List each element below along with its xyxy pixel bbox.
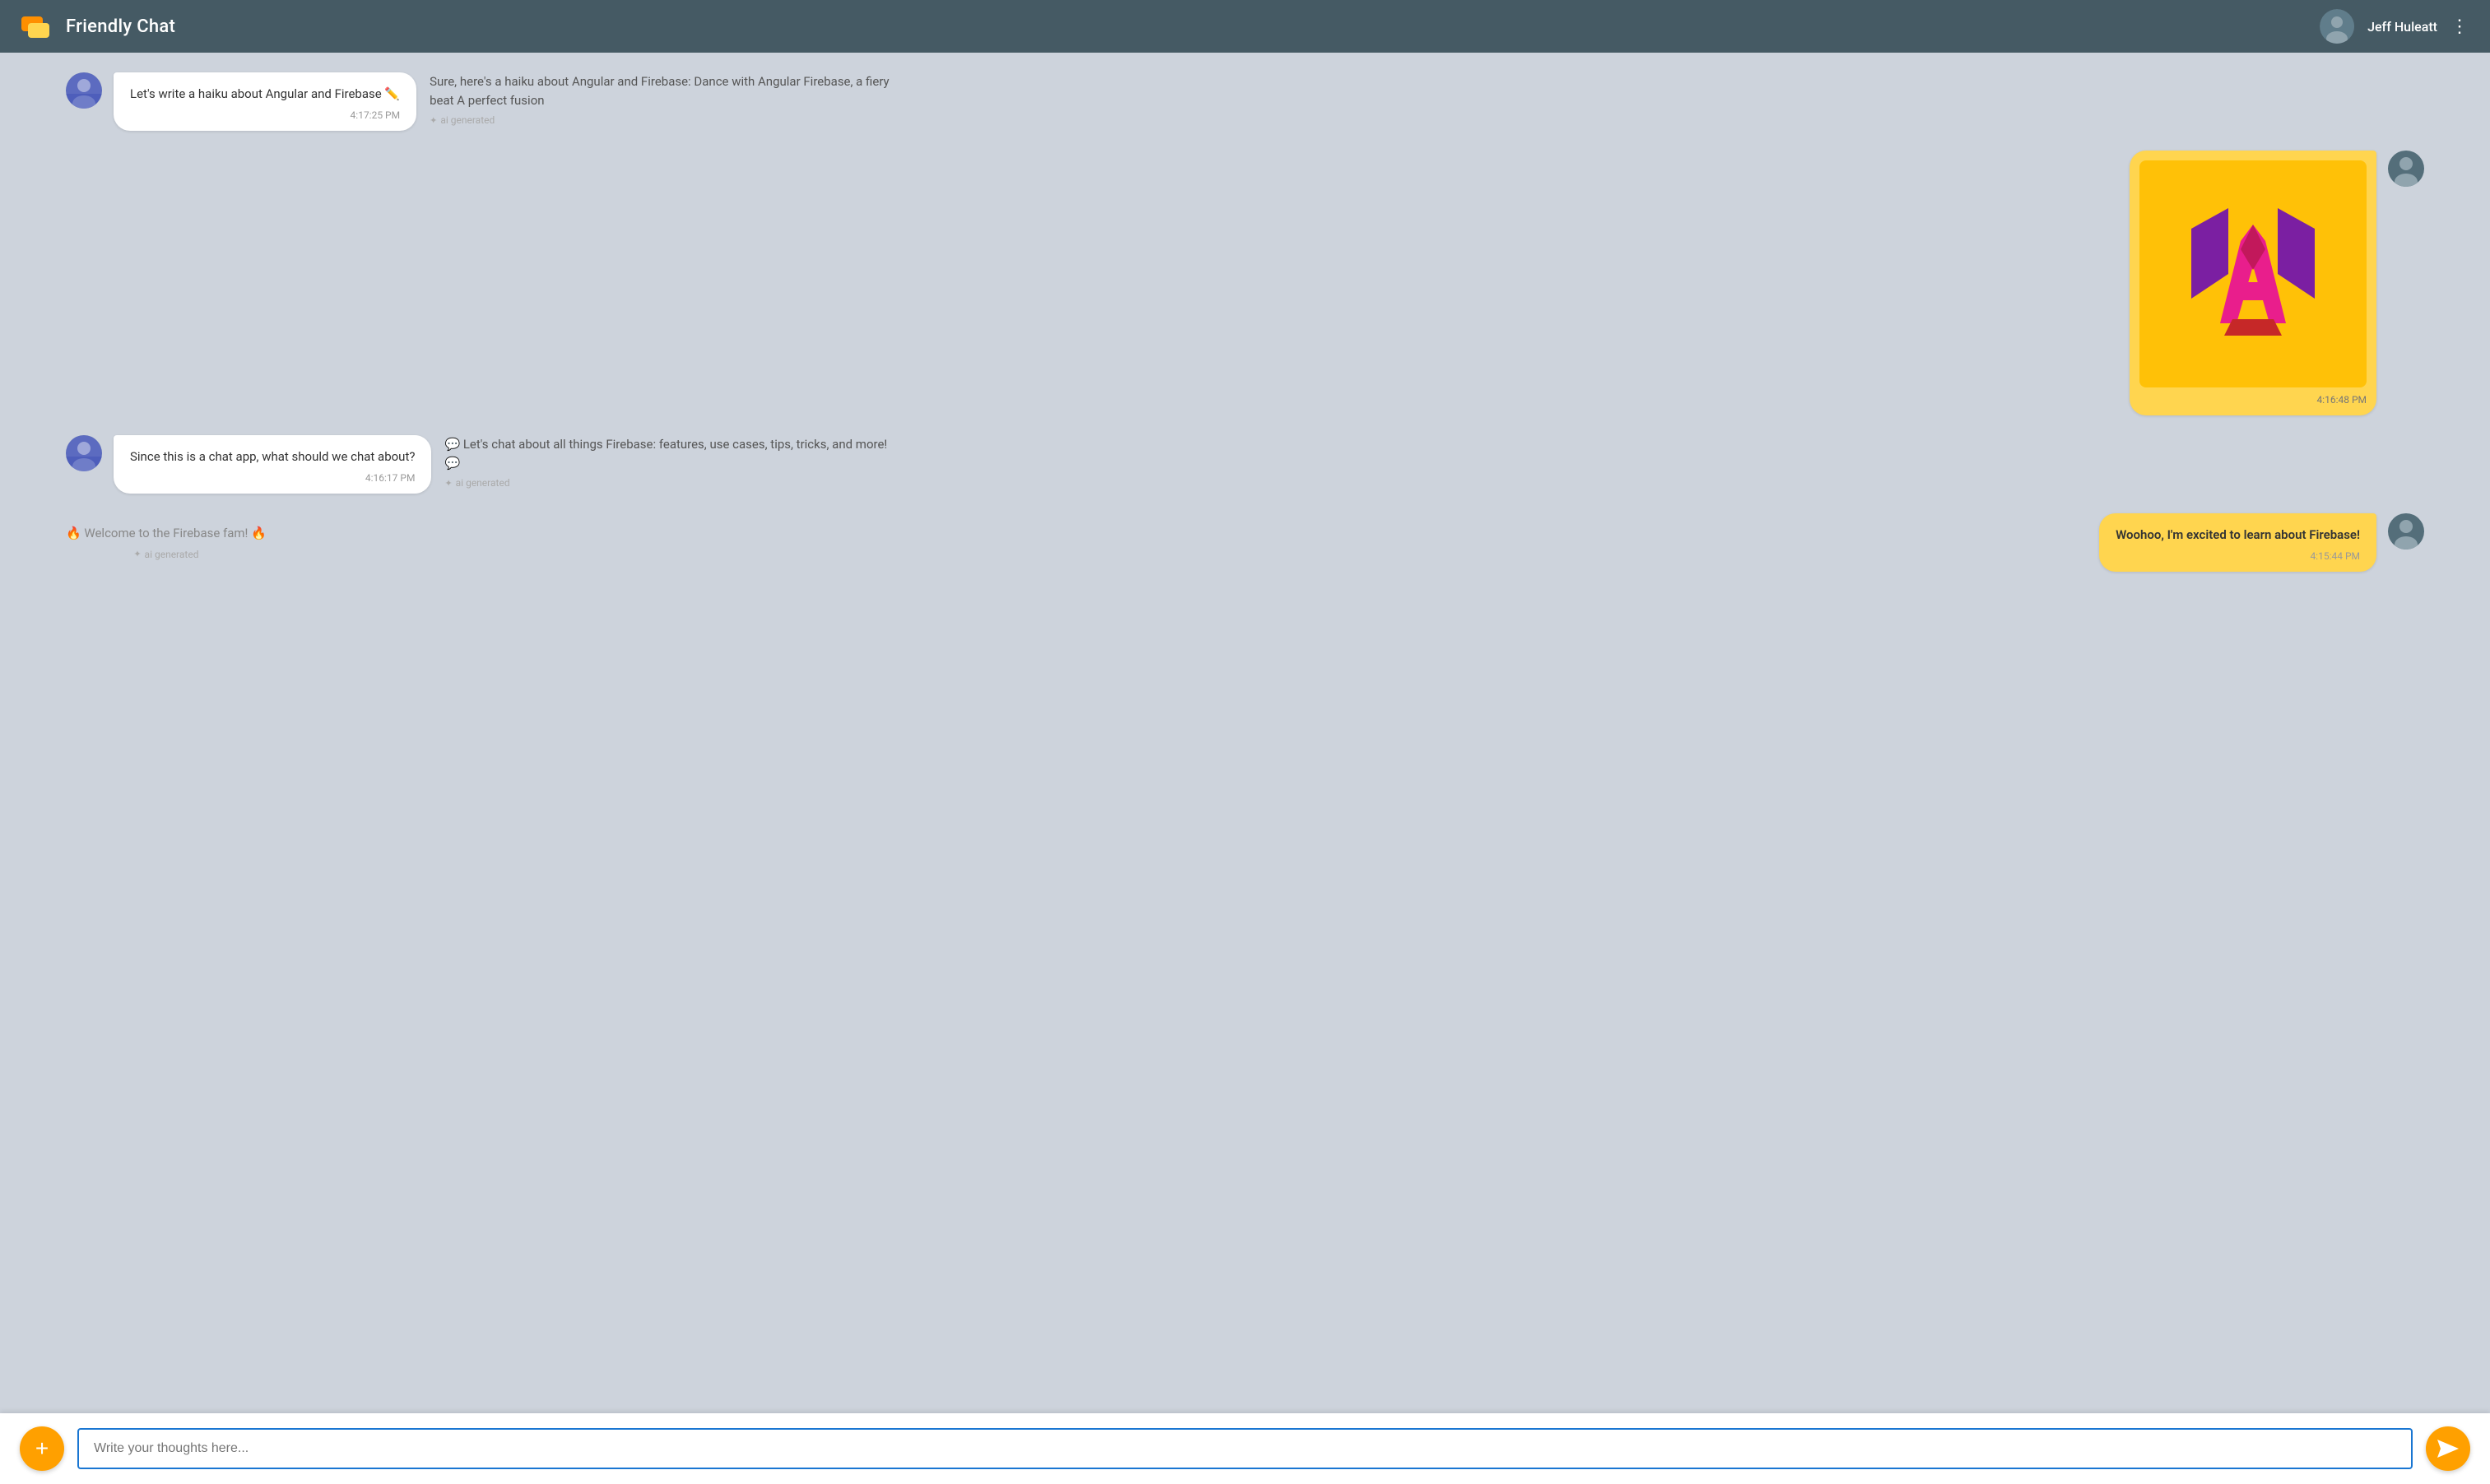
header-right: Jeff Huleatt ⋮ bbox=[2320, 9, 2470, 44]
chat-area: Let's write a haiku about Angular and Fi… bbox=[0, 53, 2490, 1413]
ai-response-text: 💬 Let's chat about all things Firebase: … bbox=[444, 435, 905, 472]
message-row: Since this is a chat app, what should we… bbox=[66, 435, 2424, 494]
sender-avatar-outgoing bbox=[2388, 151, 2424, 187]
ai-label-icon: ✦ bbox=[430, 115, 437, 126]
message-time: 4:16:17 PM bbox=[130, 472, 415, 484]
outgoing-avatar bbox=[2388, 513, 2424, 550]
header-left: Friendly Chat bbox=[20, 10, 175, 43]
more-options-icon[interactable]: ⋮ bbox=[2451, 16, 2470, 37]
message-bubble-incoming: Since this is a chat app, what should we… bbox=[114, 435, 431, 494]
message-row: Let's write a haiku about Angular and Fi… bbox=[66, 72, 2424, 131]
sender-avatar bbox=[66, 72, 102, 109]
user-name: Jeff Huleatt bbox=[2367, 19, 2437, 35]
outgoing-text: Woohoo, I'm excited to learn about Fireb… bbox=[2116, 526, 2360, 544]
welcome-ai-label-text: ai generated bbox=[145, 549, 199, 560]
message-text: Let's write a haiku about Angular and Fi… bbox=[130, 86, 400, 103]
message-text: Since this is a chat app, what should we… bbox=[130, 448, 415, 466]
ai-response: Sure, here's a haiku about Angular and F… bbox=[430, 72, 890, 126]
outgoing-welcome-row: Woohoo, I'm excited to learn about Fireb… bbox=[2099, 513, 2424, 572]
send-button[interactable] bbox=[2426, 1426, 2470, 1471]
welcome-text: 🔥 Welcome to the Firebase fam! 🔥 bbox=[66, 526, 267, 540]
ai-response-text: Sure, here's a haiku about Angular and F… bbox=[430, 72, 890, 109]
message-time: 4:17:25 PM bbox=[130, 109, 400, 121]
add-button[interactable]: + bbox=[20, 1426, 64, 1471]
bottom-bar: + bbox=[0, 1413, 2490, 1484]
image-time: 4:16:48 PM bbox=[2139, 394, 2367, 406]
message-row-outgoing: 4:16:48 PM bbox=[66, 151, 2424, 415]
outgoing-bubble: Woohoo, I'm excited to learn about Fireb… bbox=[2099, 513, 2376, 572]
welcome-ai-section: 🔥 Welcome to the Firebase fam! 🔥 ✦ ai ge… bbox=[66, 526, 267, 560]
message-input[interactable] bbox=[77, 1428, 2413, 1469]
welcome-section: 🔥 Welcome to the Firebase fam! 🔥 ✦ ai ge… bbox=[66, 513, 2424, 572]
user-avatar bbox=[2320, 9, 2354, 44]
app-icon bbox=[20, 10, 53, 43]
ai-label: ✦ ai generated bbox=[430, 114, 495, 126]
ai-label-text: ai generated bbox=[440, 114, 495, 126]
ai-label: ✦ ai generated bbox=[444, 477, 509, 489]
welcome-ai-label: ✦ ai generated bbox=[133, 549, 198, 560]
welcome-ai-icon: ✦ bbox=[133, 549, 141, 559]
app-header: Friendly Chat Jeff Huleatt ⋮ bbox=[0, 0, 2490, 53]
sender-avatar bbox=[66, 435, 102, 471]
angular-logo bbox=[2139, 160, 2367, 387]
outgoing-time: 4:15:44 PM bbox=[2116, 550, 2360, 562]
app-title: Friendly Chat bbox=[66, 16, 175, 37]
ai-label-icon: ✦ bbox=[444, 478, 452, 489]
ai-response: 💬 Let's chat about all things Firebase: … bbox=[444, 435, 905, 489]
ai-label-text: ai generated bbox=[456, 477, 510, 489]
message-bubble-incoming: Let's write a haiku about Angular and Fi… bbox=[114, 72, 416, 131]
image-message-bubble: 4:16:48 PM bbox=[2130, 151, 2376, 415]
